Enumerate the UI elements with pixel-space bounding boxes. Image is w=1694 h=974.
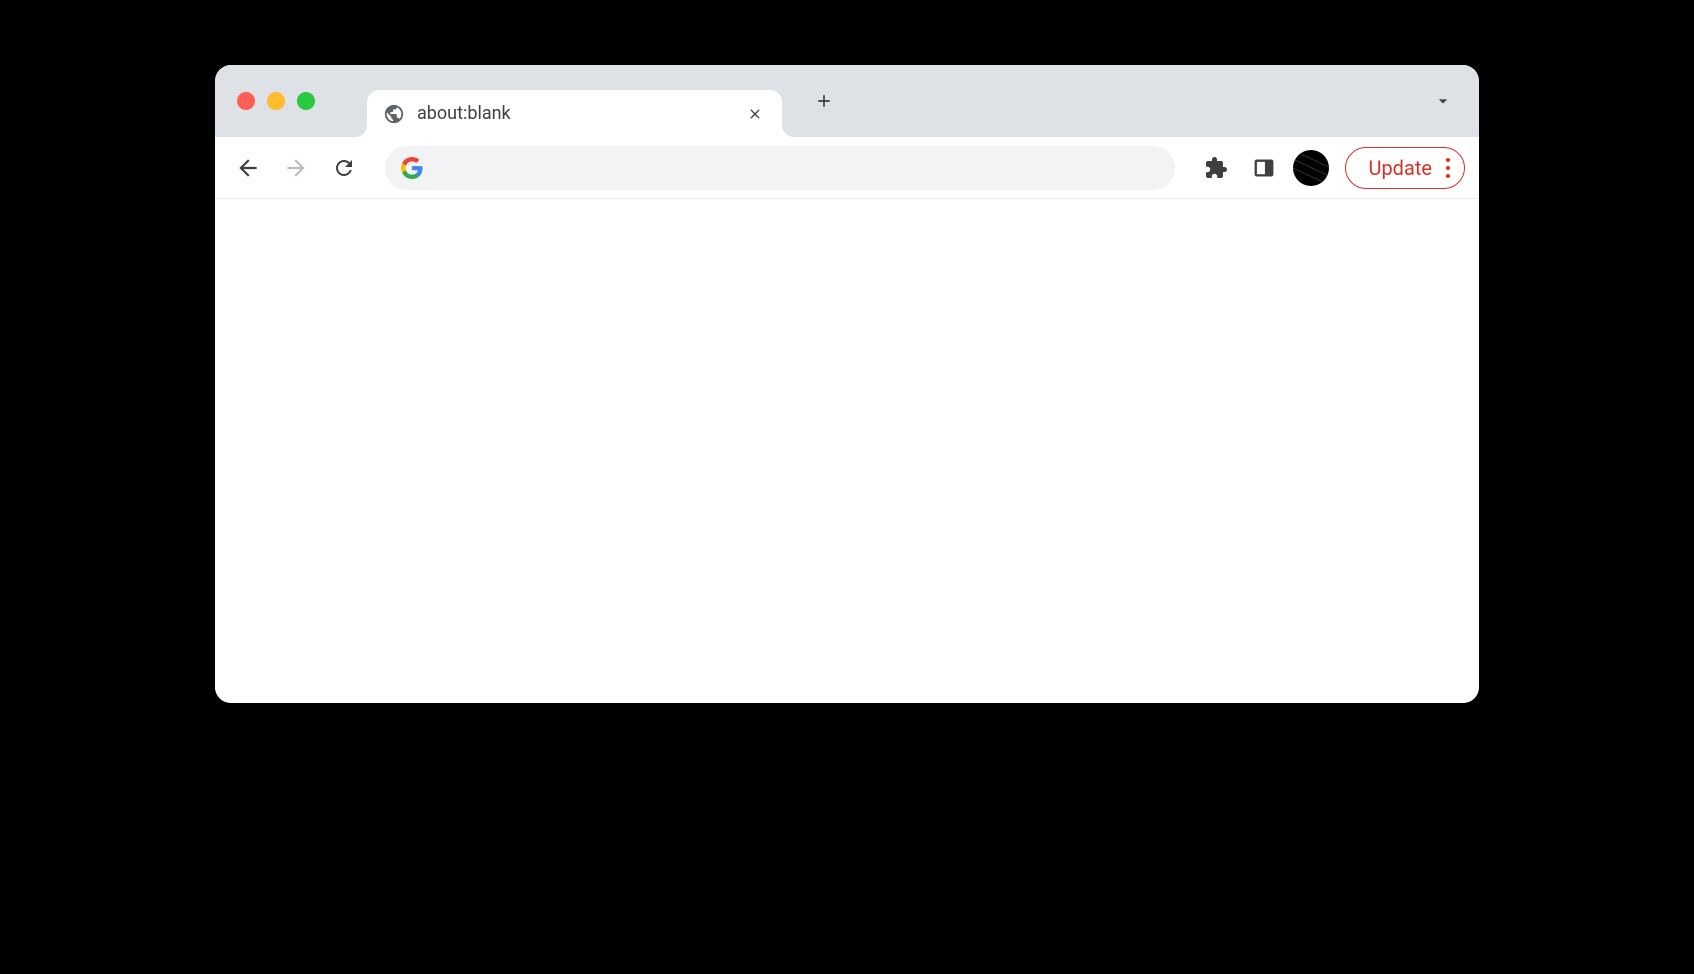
update-button[interactable]: Update [1345, 147, 1465, 189]
tabs-dropdown-button[interactable] [1425, 83, 1461, 119]
google-icon [401, 157, 423, 179]
browser-window: about:blank [215, 65, 1479, 703]
browser-tab[interactable]: about:blank [367, 90, 782, 137]
plus-icon [814, 91, 834, 111]
puzzle-icon [1204, 156, 1228, 180]
globe-icon [383, 103, 405, 125]
maximize-window-button[interactable] [297, 92, 315, 110]
close-window-button[interactable] [237, 92, 255, 110]
tab-bar: about:blank [215, 65, 1479, 137]
toolbar: Update [215, 137, 1479, 199]
reload-button[interactable] [325, 149, 363, 187]
arrow-left-icon [235, 155, 261, 181]
profile-avatar[interactable] [1293, 150, 1329, 186]
update-label: Update [1368, 156, 1432, 180]
page-content [215, 199, 1479, 703]
close-icon [747, 106, 763, 122]
forward-button[interactable] [277, 149, 315, 187]
tab-title: about:blank [417, 103, 744, 124]
address-input[interactable] [435, 157, 1159, 178]
more-menu-icon [1446, 158, 1450, 178]
arrow-right-icon [283, 155, 309, 181]
reload-icon [332, 156, 356, 180]
sidepanel-button[interactable] [1245, 149, 1283, 187]
address-bar[interactable] [385, 146, 1175, 190]
new-tab-button[interactable] [806, 83, 842, 119]
minimize-window-button[interactable] [267, 92, 285, 110]
panel-icon [1253, 157, 1275, 179]
chevron-down-icon [1433, 91, 1453, 111]
close-tab-button[interactable] [744, 103, 766, 125]
extensions-button[interactable] [1197, 149, 1235, 187]
back-button[interactable] [229, 149, 267, 187]
window-controls [237, 92, 315, 110]
